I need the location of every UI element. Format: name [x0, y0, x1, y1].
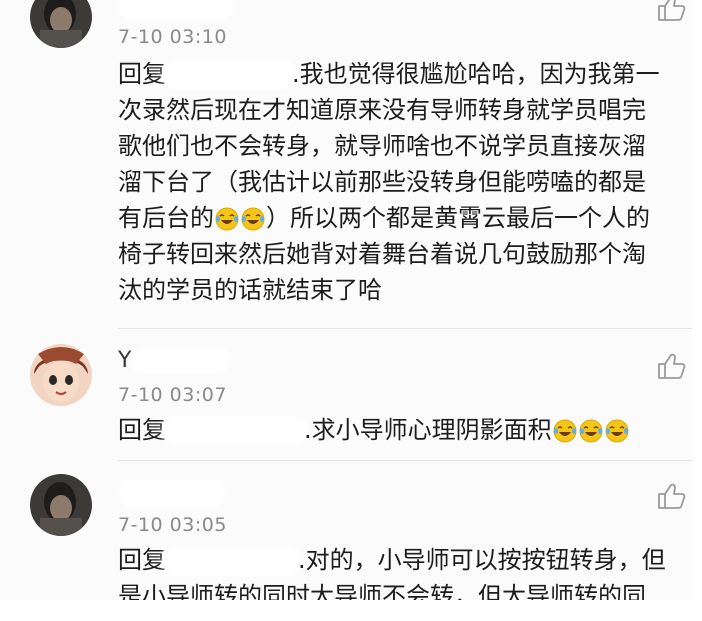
comment-line: 回复 .我也觉得很尴尬哈哈，因为我第一 — [118, 56, 686, 92]
laughing-crying-emoji-icon — [553, 419, 577, 443]
avatar[interactable] — [30, 0, 92, 48]
divider — [118, 328, 692, 329]
username[interactable] — [118, 0, 230, 20]
avatar[interactable] — [30, 344, 92, 406]
comment-item: 7-10 03:10 回复 .我也觉得很尴尬哈哈，因为我第一 次录然后现在才知道原… — [0, 0, 692, 340]
comment-line: 椅子转回来然后她背对着舞台着说几句鼓励那个淘 — [118, 240, 646, 268]
comment-text: 有后台的 — [118, 204, 214, 232]
comment-time: 7-10 03:07 — [118, 384, 227, 406]
laughing-crying-emoji-icon — [579, 419, 603, 443]
comment-line: 汰的学员的话就结束了哈 — [118, 276, 382, 304]
username-redacted — [122, 483, 222, 503]
comment-text: .求小导师心理阴影面积 — [304, 416, 552, 444]
username-redacted — [122, 0, 230, 17]
comment-list: 7-10 03:10 回复 .我也觉得很尴尬哈哈，因为我第一 次录然后现在才知道原… — [0, 0, 692, 600]
username[interactable]: Y — [118, 348, 228, 374]
comment-body: 回复 .对的，小导师可以按按钮转身，但 是小导师转的同时大导师不会转，但大导师转的… — [118, 542, 686, 600]
comment-line: 溜下台了（我估计以前那些没转身但能唠嗑的都是 — [118, 168, 646, 196]
laughing-crying-emoji-icon — [605, 419, 629, 443]
comment-line: 歌他们也不会转身，就导师啥也不说学员直接灰溜 — [118, 132, 646, 160]
laughing-crying-emoji-icon — [241, 207, 265, 231]
comment-item: 7-10 03:05 回复 .对的，小导师可以按按钮转身，但 是小导师转的同时大导… — [0, 468, 692, 600]
comment-line: 次录然后现在才知道原来没有导师转身就学员唱完 — [118, 96, 646, 124]
comment-body: 回复 .求小导师心理阴影面积 — [118, 412, 686, 448]
comment-body: 回复 .我也觉得很尴尬哈哈，因为我第一 次录然后现在才知道原来没有导师转身就学员唱… — [118, 56, 686, 308]
reply-prefix: 回复 — [118, 416, 166, 444]
reply-prefix: 回复 — [118, 60, 166, 88]
mention-redacted[interactable] — [166, 64, 292, 86]
avatar[interactable] — [30, 474, 92, 536]
comment-text: ）所以两个都是黄霄云最后一个人的 — [266, 204, 650, 232]
thumbs-up-icon[interactable] — [656, 0, 686, 22]
comment-item: Y 7-10 03:07 回复 .求小导师心理阴影面积 — [0, 340, 692, 460]
thumbs-up-icon[interactable] — [656, 482, 686, 510]
comment-text: .对的，小导师可以按按钮转身，但 — [298, 546, 666, 574]
mention-redacted[interactable] — [166, 550, 298, 572]
laughing-crying-emoji-icon — [215, 207, 239, 231]
comment-line: 回复 .对的，小导师可以按按钮转身，但 — [118, 542, 686, 578]
username[interactable] — [118, 480, 222, 506]
comment-line: 回复 .求小导师心理阴影面积 — [118, 412, 686, 448]
mention-redacted[interactable] — [166, 420, 304, 442]
screen: 7-10 03:10 回复 .我也觉得很尴尬哈哈，因为我第一 次录然后现在才知道原… — [0, 0, 702, 621]
comment-line: 有后台的 ）所以两个都是黄霄云最后一个人的 — [118, 200, 686, 236]
thumbs-up-icon[interactable] — [656, 352, 686, 380]
comment-line: 是小导师转的同时大导师不会转，但大导师转的同 — [118, 582, 646, 600]
comment-time: 7-10 03:05 — [118, 514, 227, 536]
username-redacted — [135, 351, 228, 371]
comment-time: 7-10 03:10 — [118, 26, 227, 48]
comment-text: .我也觉得很尴尬哈哈，因为我第一 — [292, 60, 660, 88]
username-visible: Y — [118, 348, 132, 373]
divider — [118, 460, 692, 461]
reply-prefix: 回复 — [118, 546, 166, 574]
